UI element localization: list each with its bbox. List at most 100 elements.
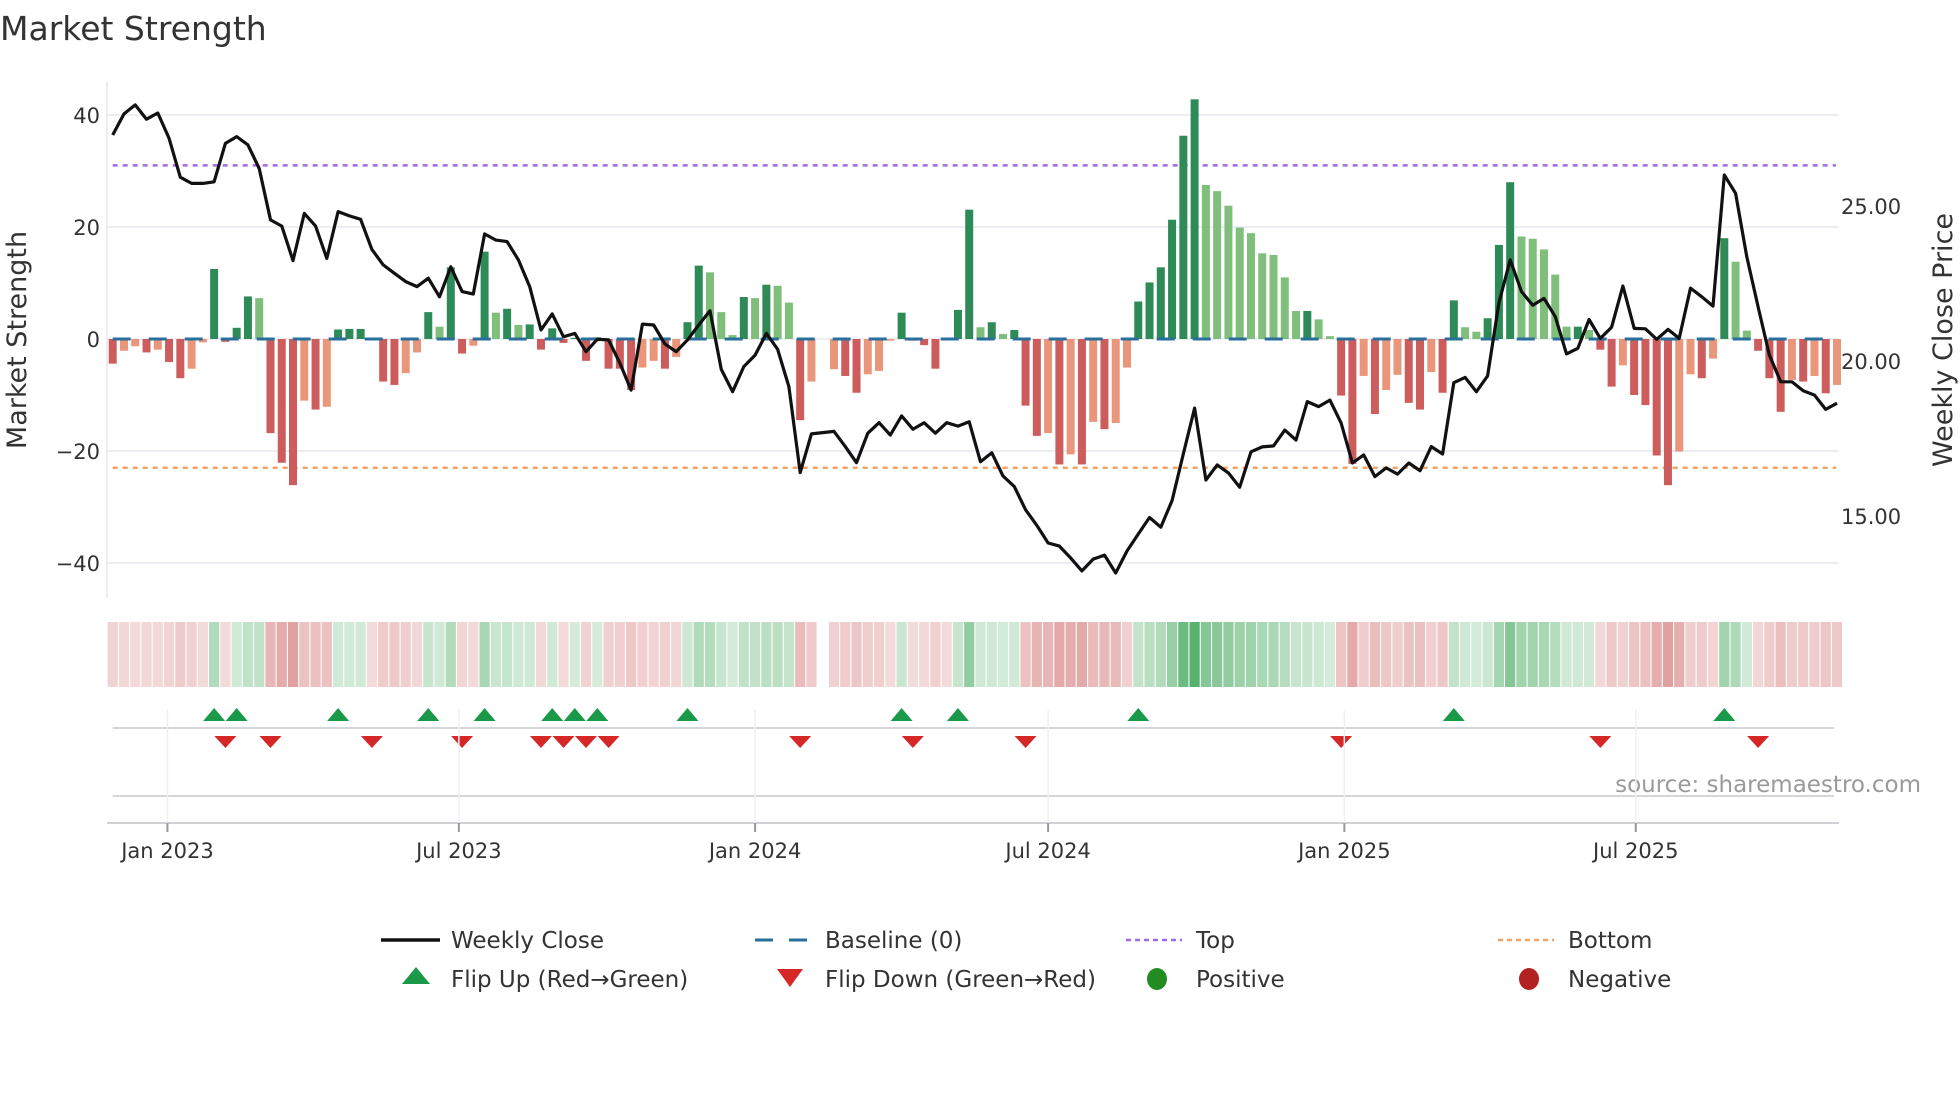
strip-cell	[1426, 622, 1437, 687]
y2-tick-label: 15.00	[1841, 505, 1901, 529]
left-axis-ticks: 40 20 0 −20 −40	[56, 104, 100, 576]
strip-cell	[1786, 622, 1798, 687]
bar-negative	[1032, 339, 1041, 436]
strip-cell	[659, 622, 671, 687]
strip-cell	[1550, 622, 1561, 687]
bar-negative	[1607, 339, 1616, 387]
flip-down-marker	[214, 736, 237, 748]
strength-bars	[108, 99, 1842, 486]
bar-positive	[1156, 267, 1165, 339]
bar-negative	[1021, 339, 1030, 406]
bar-negative	[1675, 339, 1684, 452]
strip-cell	[1629, 622, 1640, 687]
bar-positive	[1190, 99, 1199, 339]
strip-cell	[1009, 622, 1020, 687]
strip-cell	[1516, 622, 1527, 687]
strip-cell	[547, 622, 558, 687]
strip-cell	[580, 622, 592, 687]
bar-positive	[1246, 233, 1255, 339]
bar-positive	[987, 322, 996, 339]
strip-cell	[704, 622, 716, 687]
strip-cell	[1302, 622, 1313, 687]
bar-negative	[829, 339, 838, 370]
strip-cell	[1685, 622, 1696, 687]
legend-label: Baseline (0)	[825, 928, 962, 954]
strip-cell	[1178, 622, 1189, 687]
bar-negative	[807, 339, 816, 382]
strip-cell	[1505, 622, 1516, 687]
strip-cell	[1831, 622, 1843, 687]
strip-cell	[1460, 622, 1471, 687]
strip-cell	[209, 622, 220, 687]
strip-cell	[1245, 622, 1257, 687]
strip-cell	[355, 622, 366, 687]
triangle-down-icon	[777, 969, 803, 987]
flip-down-marker	[1014, 736, 1037, 748]
bar-positive	[232, 327, 241, 339]
bar-positive	[1224, 205, 1233, 339]
strip-cell	[614, 622, 625, 687]
strip-cell	[1144, 622, 1155, 687]
bar-positive	[1145, 282, 1154, 339]
bar-positive	[491, 312, 500, 339]
bar-positive	[1235, 227, 1244, 339]
strip-cell	[1448, 622, 1459, 687]
strip-cell	[806, 622, 817, 687]
bar-negative	[1821, 339, 1830, 394]
flip-up-marker	[473, 708, 496, 721]
strip-cell	[310, 622, 321, 687]
strip-cell	[1347, 622, 1358, 687]
strip-cell	[1414, 622, 1426, 687]
bar-positive	[1292, 311, 1301, 339]
flip-up-marker	[541, 708, 564, 721]
strip-cell	[1212, 622, 1223, 687]
bar-positive	[1134, 301, 1143, 339]
strip-cell	[1730, 622, 1741, 687]
strip-cell	[907, 622, 918, 687]
strip-cell	[1088, 622, 1099, 687]
strip-cell	[1200, 622, 1211, 687]
strip-cell	[524, 622, 535, 687]
strip-cell	[1538, 622, 1550, 687]
bar-negative	[1697, 339, 1706, 379]
strip-cell	[1257, 622, 1268, 687]
flip-down-marker	[1589, 736, 1612, 748]
strip-cell	[693, 622, 704, 687]
bar-positive	[751, 298, 760, 339]
left-axis-title: Market Strength	[2, 231, 33, 449]
bar-negative	[886, 339, 895, 341]
bar-positive	[1528, 238, 1537, 339]
strip-cell	[366, 622, 378, 687]
bar-positive	[784, 302, 793, 339]
bar-negative	[1618, 339, 1627, 366]
bar-negative	[1089, 339, 1098, 422]
bar-negative	[1404, 339, 1413, 403]
strip-cell	[1741, 622, 1752, 687]
bar-negative	[1337, 339, 1346, 396]
strip-cell	[423, 622, 434, 687]
source-note: source: sharemaestro.com	[1615, 772, 1921, 798]
strip-cell	[952, 622, 964, 687]
flip-down-marker	[259, 736, 282, 748]
bar-negative	[1833, 339, 1842, 385]
legend-label: Flip Down (Green→Red)	[825, 967, 1096, 993]
bar-negative	[176, 339, 185, 379]
strip-cell	[265, 622, 276, 687]
strip-cell	[389, 622, 400, 687]
strip-cell	[1572, 622, 1583, 687]
legend-label: Positive	[1196, 967, 1285, 993]
strip-cell	[1189, 622, 1200, 687]
strip-cell	[919, 622, 930, 687]
legend: Weekly Close Baseline (0) Top Bottom Flip Up…	[381, 928, 1671, 993]
flip-up-marker	[676, 708, 699, 721]
bar-negative	[187, 339, 196, 369]
strip-cell	[152, 622, 163, 687]
strip-cell	[175, 622, 186, 687]
legend-label: Bottom	[1568, 928, 1652, 954]
strip-cell	[1279, 622, 1290, 687]
strip-cell	[1031, 622, 1042, 687]
y-tick-label: 40	[73, 104, 100, 128]
bar-negative	[1370, 339, 1379, 415]
bar-positive	[1325, 336, 1334, 339]
right-axis-title: Weekly Close Price	[1928, 213, 1959, 467]
